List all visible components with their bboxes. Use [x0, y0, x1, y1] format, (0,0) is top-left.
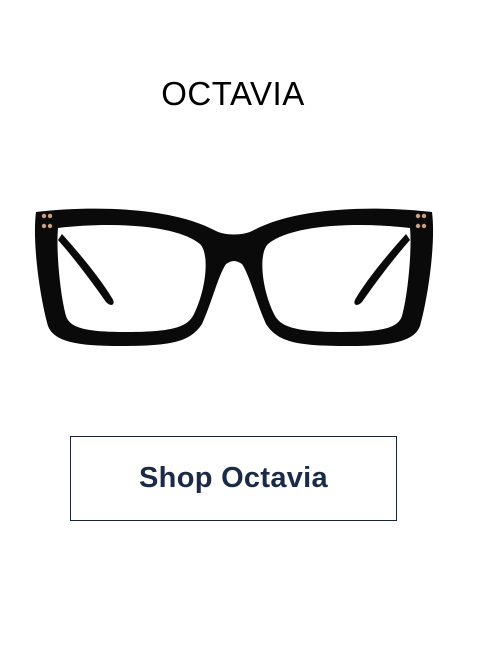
eyeglasses-product-image — [28, 198, 440, 358]
shop-button-label: Shop Octavia — [139, 462, 328, 494]
left-temple-arm — [58, 234, 114, 305]
product-title: OCTAVIA — [161, 75, 305, 112]
right-temple-arm — [354, 234, 410, 305]
eyeglasses-icon — [34, 208, 434, 346]
product-card: OCTAVIA Shop Octavia — [0, 0, 500, 652]
shop-octavia-button[interactable]: Shop Octavia — [70, 436, 397, 521]
